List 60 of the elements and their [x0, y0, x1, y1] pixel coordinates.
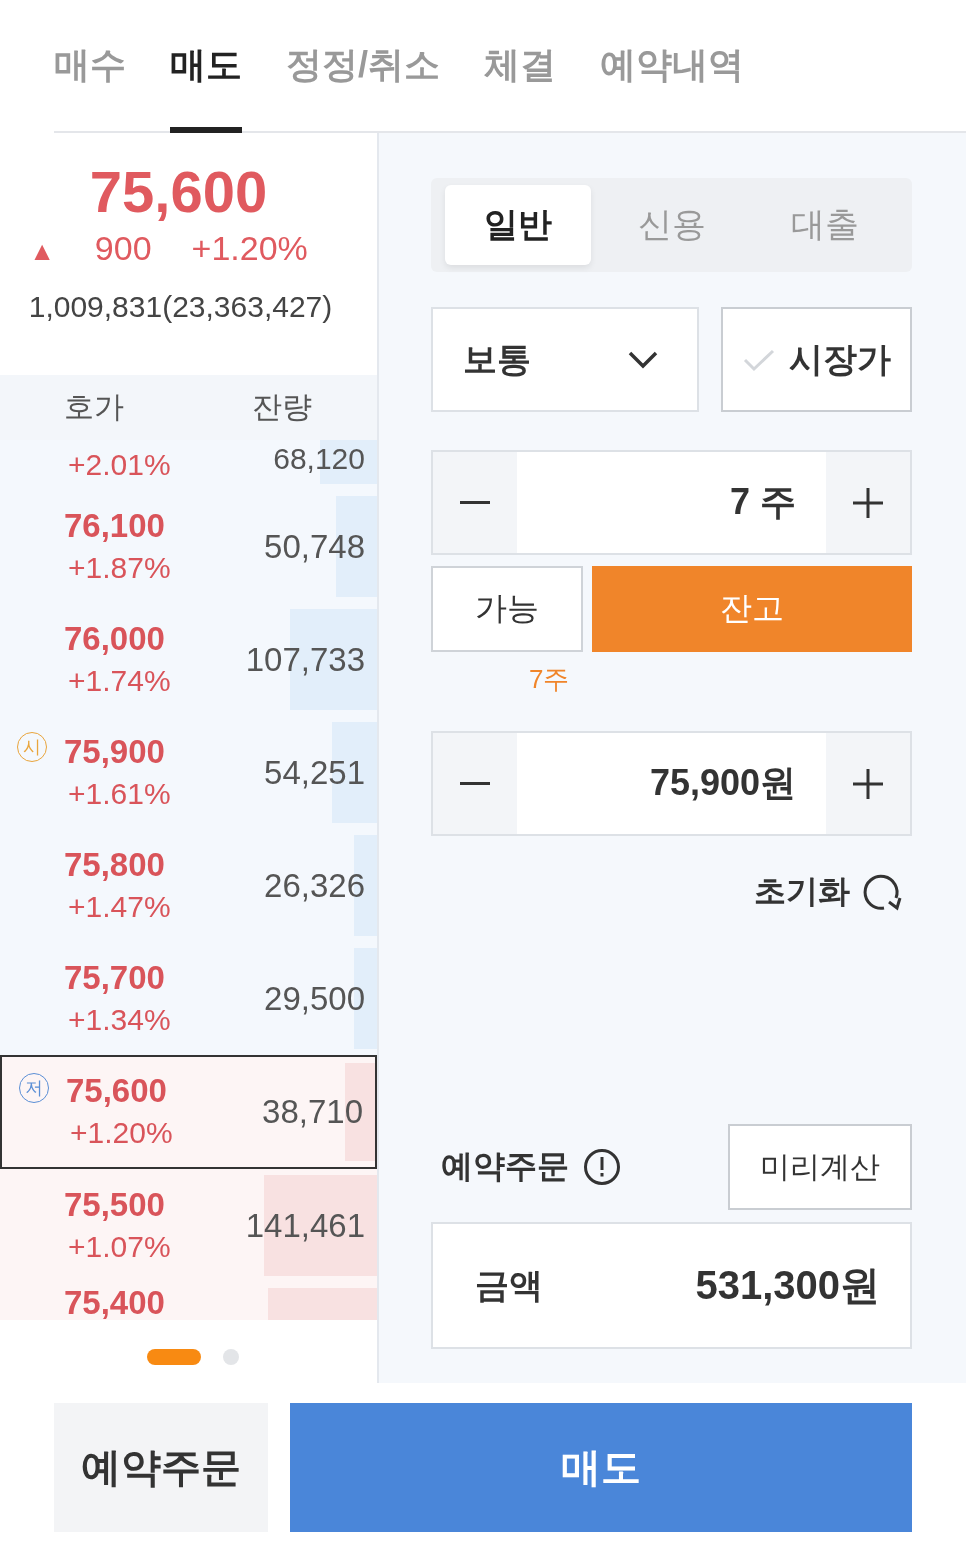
trading-volume: 1,009,831(23,363,427): [28, 290, 333, 324]
order-book-row[interactable]: 75,500 +1.07% 141,461: [0, 1169, 377, 1282]
ask-price: 75,900: [64, 731, 166, 772]
remaining-volume: 141,461: [245, 1206, 365, 1245]
column-header: 잔량: [252, 389, 312, 425]
remaining-volume: 54,251: [264, 753, 365, 792]
price-change-rate: +1.87%: [67, 549, 172, 586]
order-book-row[interactable]: 시 75,900 +1.61% 54,251: [0, 716, 377, 829]
remaining-volume: 29,500: [264, 979, 365, 1018]
market-price-checkbox[interactable]: 시장가: [721, 307, 912, 412]
price-change-rate: +1.61%: [67, 775, 172, 812]
price-change-rate: +1.20%: [69, 1115, 174, 1151]
page-indicator[interactable]: [146, 1348, 201, 1365]
precalculate-button[interactable]: 미리계산: [728, 1124, 912, 1210]
price-change-rate: +2.01%: [67, 447, 172, 483]
action-button[interactable]: 매도: [290, 1403, 912, 1532]
dropdown-value: 보통: [463, 338, 531, 380]
ask-price: 75,600: [66, 1071, 168, 1111]
remaining-volume: 50,748: [264, 527, 365, 566]
ask-price: 75,700: [64, 957, 166, 998]
order-book-row[interactable]: 75,700 +1.34% 29,500: [0, 942, 377, 1055]
order-book-row[interactable]: 76,000 +1.74% 107,733: [0, 603, 377, 716]
ask-price: 75,800: [64, 844, 166, 885]
order-book-row[interactable]: +2.01% 68,120: [0, 440, 377, 490]
info-icon[interactable]: [583, 1148, 621, 1186]
segment-tab[interactable]: 일반: [445, 185, 591, 265]
amount-label: 금액: [475, 1264, 543, 1306]
remaining-volume: 107,733: [245, 640, 365, 679]
page-indicator[interactable]: [222, 1348, 239, 1365]
current-price: 75,600: [89, 158, 268, 226]
action-button[interactable]: 예약주문: [54, 1403, 268, 1532]
remaining-volume: 38,710: [262, 1093, 363, 1131]
available-quantity: 7주: [528, 663, 571, 696]
price-change-rate: +1.07%: [67, 1228, 172, 1265]
price-change-rate: +1.74%: [67, 662, 172, 699]
column-header: 호가: [64, 389, 124, 425]
price-change-rate: +1.34%: [67, 1001, 172, 1038]
up-arrow-icon: ▲: [29, 236, 55, 267]
order-type-dropdown[interactable]: 보통: [431, 307, 699, 412]
quantity-source-button[interactable]: 가능: [431, 566, 583, 652]
tab[interactable]: 매도: [170, 0, 242, 133]
remaining-volume: 26,326: [264, 866, 365, 905]
check-icon: [742, 347, 775, 372]
ask-price: 76,100: [64, 505, 166, 546]
price-change: 900: [94, 229, 152, 268]
ask-price: 75,400: [64, 1283, 166, 1323]
price-change-rate: +1.47%: [67, 888, 172, 925]
change-rate: +1.20%: [191, 229, 308, 268]
order-book-row[interactable]: 75,800 +1.47% 26,326: [0, 829, 377, 942]
reset-button[interactable]: 초기화: [754, 870, 902, 914]
order-book-row[interactable]: 저 75,600 +1.20% 38,710: [0, 1055, 377, 1169]
reserve-order-label: 예약주문: [441, 1147, 569, 1186]
chevron-down-icon: [627, 349, 659, 370]
amount-value: 531,300원: [695, 1262, 880, 1309]
order-book-row[interactable]: 75,400: [0, 1282, 377, 1320]
refresh-icon: [862, 872, 902, 912]
ask-price: 75,500: [64, 1184, 166, 1225]
order-book-row[interactable]: 76,100 +1.87% 50,748: [0, 490, 377, 603]
remaining-volume: 68,120: [273, 442, 365, 476]
ask-price: 76,000: [64, 618, 166, 659]
